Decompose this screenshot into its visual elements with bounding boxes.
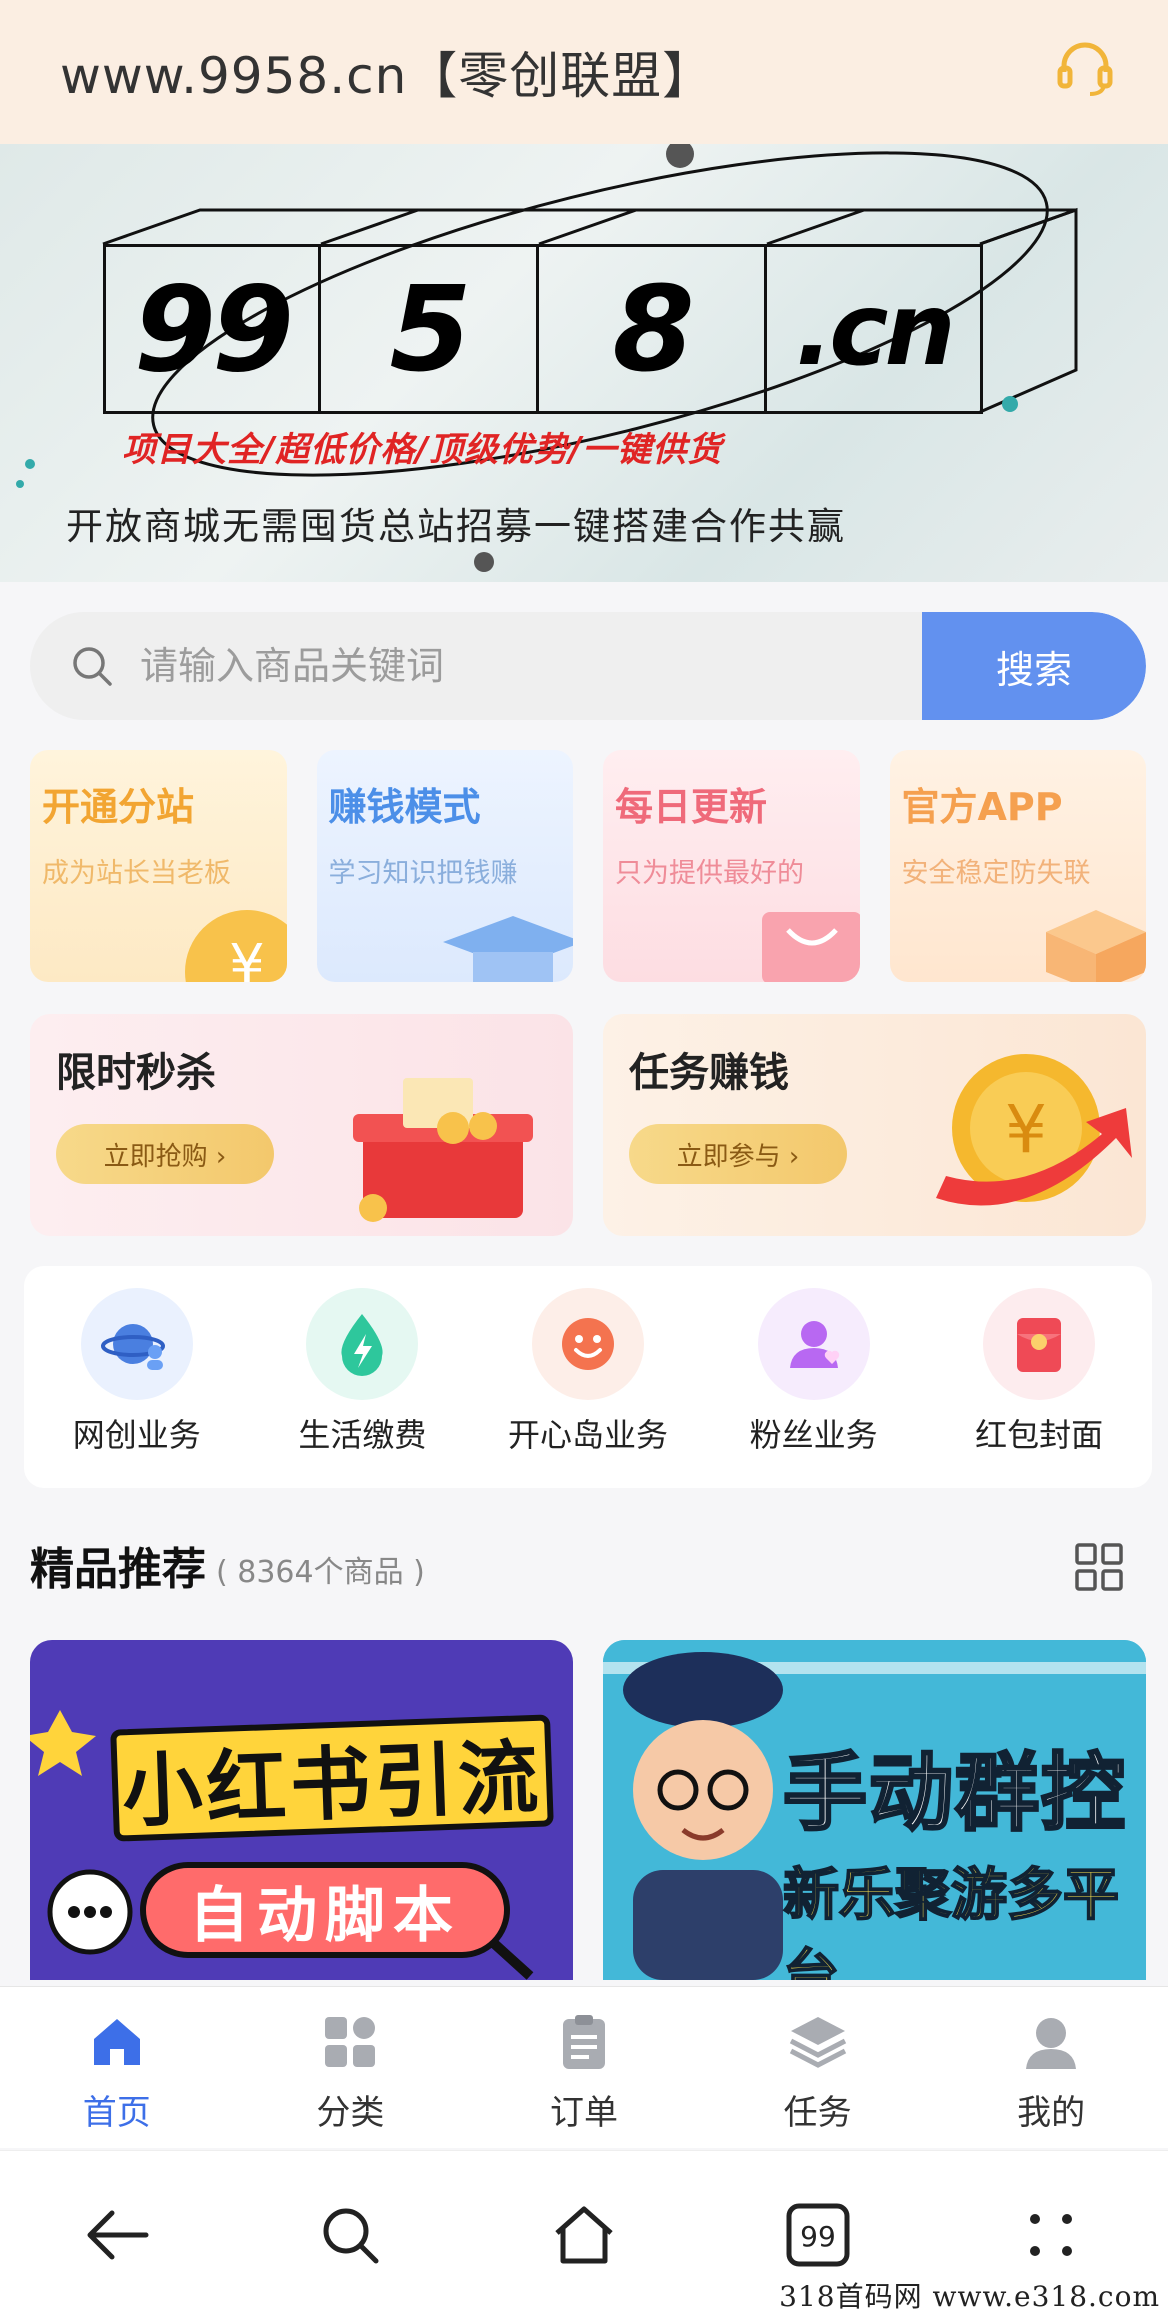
feature-open-substation[interactable]: 开通分站 成为站长当老板 ¥: [30, 750, 287, 982]
clipboard-icon: [562, 2015, 605, 2069]
tab-mine[interactable]: 我的: [934, 1987, 1168, 2148]
category-label: 生活缴费: [298, 1416, 427, 1454]
domain-box: 99: [103, 244, 321, 414]
user-icon: [1026, 2018, 1077, 2069]
tab-label: 分类: [316, 2093, 385, 2133]
watermark-text: 318首码网 www.e318.com: [779, 2280, 1160, 2313]
water-bolt-icon: [306, 1288, 419, 1400]
grid-icon: [325, 2017, 376, 2067]
graduation-cap-icon: [443, 916, 573, 982]
feature-title: 每日更新: [615, 785, 768, 829]
category-label: 网创业务: [72, 1416, 201, 1454]
back-arrow-icon: [87, 2210, 149, 2260]
product-card[interactable]: 小红书引流 自动脚本: [30, 1640, 573, 1980]
tab-label: 首页: [82, 2093, 151, 2133]
search-button[interactable]: 搜索: [922, 612, 1146, 720]
feature-subtitle: 只为提供最好的: [615, 858, 804, 889]
layers-icon: [789, 2017, 846, 2068]
shopping-bag-icon: [761, 912, 860, 982]
svg-text:¥: ¥: [229, 933, 265, 982]
search-input[interactable]: [140, 612, 940, 720]
browser-nav-bar: 99 318首码网 www.e318.com: [0, 2150, 1168, 2319]
search-icon: [323, 2208, 379, 2264]
feature-title: 赚钱模式: [328, 785, 481, 829]
task-earn-button[interactable]: 立即参与 ›: [629, 1124, 847, 1184]
feature-subtitle: 安全稳定防失联: [901, 858, 1091, 889]
home-icon: [93, 2019, 140, 2065]
tab-category[interactable]: 分类: [234, 1987, 468, 2148]
domain-box: 8: [539, 244, 767, 414]
flash-sale-button[interactable]: 立即抢购 ›: [56, 1124, 274, 1184]
site-title: www.9958.cn【零创联盟】: [60, 47, 714, 105]
headset-icon[interactable]: [1054, 38, 1116, 100]
recommend-count: ( 8364个商品 ): [216, 1555, 425, 1590]
feature-daily-update[interactable]: 每日更新 只为提供最好的: [603, 750, 860, 982]
category-label: 粉丝业务: [749, 1416, 878, 1454]
dots-menu-icon: [1030, 2214, 1073, 2256]
product-grid: 小红书引流 自动脚本 手动群控 新乐聚游多平台: [30, 1640, 1146, 1980]
category-red-envelope[interactable]: 红包封面: [929, 1288, 1149, 1456]
category-wangchuang[interactable]: 网创业务: [27, 1288, 247, 1456]
box-icon: [1046, 910, 1146, 982]
smiley-icon: [531, 1288, 644, 1400]
browser-search-button[interactable]: [310, 2195, 390, 2275]
promo-flash-sale[interactable]: 限时秒杀 立即抢购 ›: [30, 1014, 573, 1236]
search-bar: 搜索: [30, 612, 1146, 720]
domain-box: 5: [321, 244, 539, 414]
category-panel: 网创业务 生活缴费 开心岛业务 粉丝业务 红包封面: [24, 1266, 1152, 1488]
feature-official-app[interactable]: 官方APP 安全稳定防失联: [889, 750, 1146, 982]
home-outline-icon: [555, 2206, 613, 2264]
banner[interactable]: 99 5 8 .cn 项目大全/超低价格/顶级优势/一键供货 开放商城无需囤货总…: [0, 144, 1168, 582]
banner-subline: 开放商城无需囤货总站招募一键搭建合作共赢: [66, 505, 846, 548]
tab-label: 任务: [783, 2093, 852, 2133]
product-title: 手动群控: [781, 1743, 1128, 1844]
recommend-header: 精品推荐 ( 8364个商品 ): [30, 1530, 1140, 1600]
tabs-count-icon: 99: [786, 2203, 850, 2267]
feature-title: 开通分站: [42, 785, 195, 829]
yen-coin-icon: ¥: [184, 910, 287, 982]
planet-user-icon: [80, 1288, 193, 1400]
menu-button[interactable]: [1011, 2195, 1091, 2275]
bottom-tab-bar: 首页 分类 订单 任务 我的: [0, 1986, 1168, 2148]
tab-count: 99: [800, 2220, 836, 2253]
product-title: 小红书引流: [110, 1714, 554, 1842]
grid-view-icon[interactable]: [1074, 1542, 1124, 1592]
tabs-button[interactable]: 99: [778, 2195, 858, 2275]
promo-task-earn[interactable]: 任务赚钱 立即参与 › ¥: [603, 1014, 1146, 1236]
tab-label: 订单: [549, 2093, 618, 2133]
red-envelope-icon: [983, 1288, 1096, 1400]
feature-subtitle: 学习知识把钱赚: [328, 858, 518, 889]
back-button[interactable]: [77, 2195, 157, 2275]
browser-home-button[interactable]: [544, 2195, 624, 2275]
feature-earning-mode[interactable]: 赚钱模式 学习知识把钱赚: [316, 750, 573, 982]
promo-cards: 限时秒杀 立即抢购 › 任务赚钱 立即参与 › ¥: [30, 1014, 1146, 1236]
feature-subtitle: 成为站长当老板: [42, 858, 231, 889]
gold-coin-arrow-icon: ¥: [936, 1054, 1132, 1206]
tab-home[interactable]: 首页: [0, 1987, 234, 2148]
feature-title: 官方APP: [901, 785, 1063, 829]
tab-label: 我的: [1017, 2093, 1086, 2133]
search-icon: [73, 647, 112, 686]
category-label: 开心岛业务: [507, 1416, 668, 1454]
tab-orders[interactable]: 订单: [467, 1987, 701, 2148]
category-happy-island[interactable]: 开心岛业务: [478, 1288, 698, 1456]
product-subtitle: 新乐聚游多平台: [782, 1862, 1120, 1980]
recommend-title: 精品推荐: [30, 1544, 206, 1595]
category-fans[interactable]: 粉丝业务: [704, 1288, 924, 1456]
product-card[interactable]: 手动群控 新乐聚游多平台: [603, 1640, 1146, 1980]
banner-slogan: 项目大全/超低价格/顶级优势/一键供货: [122, 430, 723, 470]
domain-boxes: 99 5 8 .cn: [103, 244, 983, 414]
tab-tasks[interactable]: 任务: [701, 1987, 935, 2148]
feature-cards: 开通分站 成为站长当老板 ¥ 赚钱模式 学习知识把钱赚 每日更新 只为提供最好的…: [30, 750, 1146, 982]
top-bar: www.9958.cn【零创联盟】: [0, 0, 1168, 144]
svg-text:¥: ¥: [1005, 1091, 1047, 1168]
product-subtitle: 自动脚本: [140, 1862, 510, 1958]
person-icon: [757, 1288, 870, 1400]
category-living-pay[interactable]: 生活缴费: [252, 1288, 472, 1456]
category-label: 红包封面: [975, 1416, 1104, 1454]
domain-box: .cn: [767, 244, 983, 414]
red-gift-box-icon: [353, 1078, 533, 1222]
